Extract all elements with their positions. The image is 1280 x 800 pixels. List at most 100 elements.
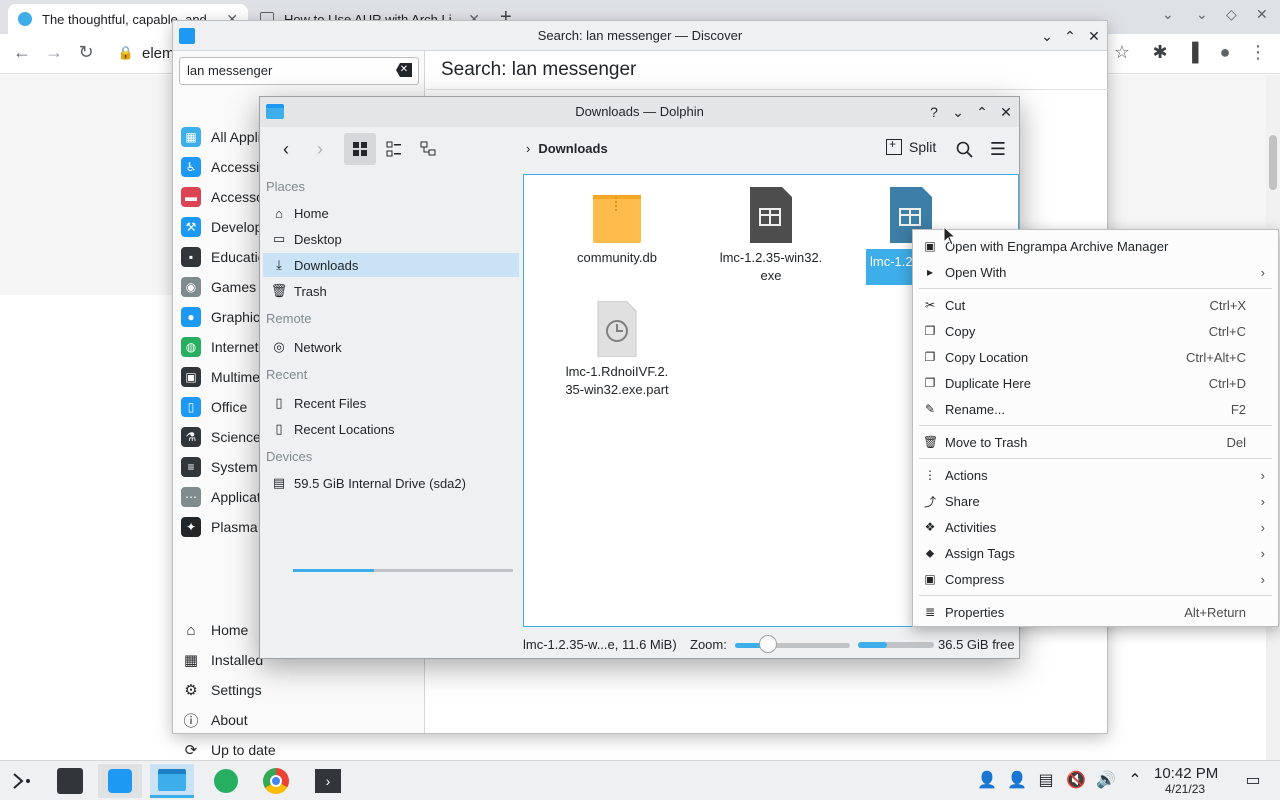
menu-item[interactable]: ▸ Open With › (914, 259, 1277, 285)
places-item-recent-files[interactable]: ▯ Recent Files (263, 391, 519, 415)
menu-item[interactable]: ✂ Cut Ctrl+X (914, 292, 1277, 318)
hammer-icon: ⚒ (181, 217, 201, 237)
palette-icon: ● (181, 307, 201, 327)
file-item[interactable]: community.db (562, 187, 672, 267)
places-item-label: Trash (294, 283, 327, 299)
menu-item[interactable]: 🗑 Move to Trash Del (914, 429, 1277, 455)
menu-item[interactable]: ▣ Open with Engrampa Archive Manager (914, 233, 1277, 259)
minimize-icon[interactable]: ⌄ (1196, 6, 1208, 23)
dolphin-task-icon[interactable] (150, 764, 194, 798)
maximize-icon[interactable]: ⌃ (972, 97, 992, 127)
menu-item[interactable]: ≣ Properties Alt+Return (914, 599, 1277, 625)
compact-view-icon[interactable] (378, 133, 410, 165)
flask-icon: ⚗ (181, 427, 201, 447)
category-item[interactable]: ⚗ Science (181, 425, 261, 449)
search-input[interactable]: lan messenger ✕ (179, 57, 419, 85)
forward-arrow-icon[interactable]: › (306, 133, 334, 165)
clock-date[interactable]: 4/21/23 (1165, 782, 1205, 796)
dolphin-titlebar[interactable]: Downloads — Dolphin (260, 97, 1019, 127)
category-item[interactable]: ● Graphics (181, 305, 267, 329)
clear-search-icon[interactable]: ✕ (396, 63, 412, 77)
maximize-icon[interactable]: ◇ (1226, 6, 1237, 23)
split-button[interactable]: Split (886, 137, 936, 155)
drive-icon: ▤ (272, 475, 286, 490)
places-item-label: Desktop (294, 231, 342, 247)
terminal-task-icon[interactable]: › (306, 764, 350, 798)
bookmark-star-icon[interactable]: ☆ (1110, 42, 1134, 63)
minimize-icon[interactable]: ⌄ (1037, 21, 1057, 51)
places-item-recent-locations[interactable]: ▯ Recent Locations (263, 417, 519, 441)
nav-item[interactable]: ⟳ Up to date (181, 738, 276, 762)
mute-icon[interactable]: 🔇 (1065, 770, 1087, 790)
maximize-icon[interactable]: ⌃ (1060, 21, 1080, 51)
discover-titlebar[interactable]: Search: lan messenger — Discover (173, 21, 1107, 51)
menu-item-label: Compress (945, 571, 1005, 587)
kebab-icon: ⋮ (924, 468, 936, 482)
back-arrow-icon[interactable]: ‹ (272, 133, 300, 165)
close-icon[interactable]: ✕ (996, 97, 1016, 127)
breadcrumb[interactable]: › Downloads (526, 141, 608, 156)
menu-item-label: Duplicate Here (945, 375, 1031, 391)
category-label: Science (211, 429, 261, 445)
zoom-slider-handle[interactable] (759, 635, 777, 653)
category-item[interactable]: ◍ Internet (181, 335, 258, 359)
places-item-desktop[interactable]: ▭ Desktop (263, 227, 519, 251)
discover-task-icon[interactable] (98, 764, 142, 798)
menu-item[interactable]: ▣ Compress › (914, 566, 1277, 592)
user-switch-icon[interactable]: 👤 (1006, 770, 1028, 790)
menu-item[interactable]: ❐ Duplicate Here Ctrl+D (914, 370, 1277, 396)
forward-arrow-icon[interactable]: → (42, 42, 66, 63)
extensions-icon[interactable]: ✱ (1148, 42, 1172, 63)
profile-avatar-icon[interactable]: ● (1213, 42, 1237, 63)
clock-time[interactable]: 10:42 PM (1154, 765, 1218, 782)
user-icon[interactable]: 👤 (976, 770, 998, 790)
clipboard-icon[interactable]: ▤ (1035, 770, 1057, 790)
web-browser-task-icon[interactable] (204, 764, 248, 798)
menu-item[interactable]: ✎ Rename... F2 (914, 396, 1277, 422)
places-item-drive[interactable]: ▤ 59.5 GiB Internal Drive (sda2) (263, 471, 519, 495)
nav-item[interactable]: ▦ Installed (181, 648, 263, 672)
places-item-downloads[interactable]: ⤓ Downloads (263, 253, 519, 277)
menu-item[interactable]: ❐ Copy Ctrl+C (914, 318, 1277, 344)
nav-item[interactable]: ⓘ About (181, 708, 247, 732)
application-launcher-icon[interactable] (0, 764, 44, 798)
chevron-up-icon[interactable]: ⌃ (1124, 770, 1146, 790)
menu-kebab-icon[interactable]: ⋮ (1246, 42, 1270, 63)
menu-item[interactable]: ⋮ Actions › (914, 462, 1277, 488)
menu-item[interactable]: ⬥ Assign Tags › (914, 540, 1277, 566)
system-settings-task-icon[interactable] (48, 764, 92, 798)
close-icon[interactable]: ✕ (1084, 21, 1104, 51)
zoom-slider[interactable] (735, 643, 850, 648)
submenu-chevron-icon: › (1260, 545, 1265, 561)
file-item[interactable]: lmc-1.RdnoiIVF.2. 35-win32.exe.part (562, 300, 672, 399)
scrollbar-thumb[interactable] (1269, 135, 1277, 190)
side-panel-icon[interactable]: ▐ (1180, 42, 1204, 63)
help-icon[interactable]: ? (924, 97, 944, 127)
places-item-network[interactable]: ◎ Network (263, 335, 519, 359)
reload-icon[interactable]: ↻ (74, 42, 98, 63)
file-item[interactable]: lmc-1.2.35-win32. exe (716, 187, 826, 285)
places-item-label: Recent Files (294, 395, 367, 411)
search-icon[interactable] (952, 133, 976, 165)
volume-icon[interactable]: 🔊 (1095, 770, 1117, 790)
tab-search-chevron-icon[interactable]: ⌄ (1162, 6, 1174, 23)
address-bar[interactable]: elem (142, 45, 175, 62)
nav-item[interactable]: ⌂ Home (181, 618, 248, 642)
places-item-trash[interactable]: 🗑 Trash (263, 279, 519, 303)
minimize-icon[interactable]: ⌄ (948, 97, 968, 127)
category-item[interactable]: ◉ Games (181, 275, 256, 299)
places-item-home[interactable]: ⌂ Home (263, 201, 519, 225)
places-item-label: Network (294, 339, 342, 355)
menu-item[interactable]: ❖ Activities › (914, 514, 1277, 540)
nav-item[interactable]: ⚙ Settings (181, 678, 261, 702)
menu-item[interactable]: ⤴ Share › (914, 488, 1277, 514)
chrome-task-icon[interactable] (254, 764, 298, 798)
back-arrow-icon[interactable]: ← (10, 42, 34, 63)
hamburger-menu-icon[interactable]: ☰ (986, 133, 1010, 165)
details-view-icon[interactable] (412, 133, 444, 165)
menu-item[interactable]: ❐ Copy Location Ctrl+Alt+C (914, 344, 1277, 370)
close-icon[interactable]: ✕ (1256, 6, 1268, 23)
icons-view-icon[interactable] (344, 133, 376, 165)
show-desktop-icon[interactable]: ▭ (1242, 770, 1264, 790)
category-item[interactable]: ▯ Office (181, 395, 247, 419)
